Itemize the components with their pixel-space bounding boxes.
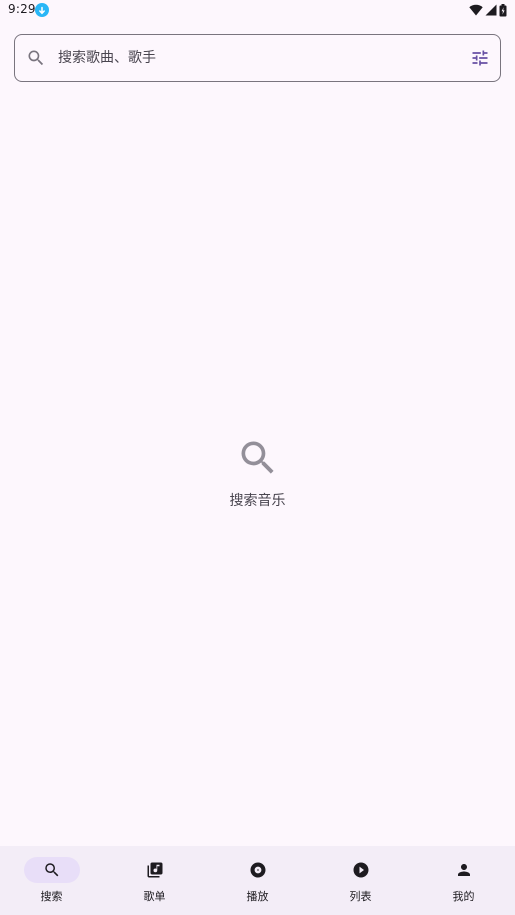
status-icons [469,3,507,17]
battery-icon [499,3,507,16]
nav-item-profile[interactable]: 我的 [412,846,515,915]
bottom-navigation: 搜索 歌单 播放 列表 我的 [0,846,515,915]
nav-active-indicator [23,857,80,883]
nav-item-player[interactable]: 播放 [206,846,309,915]
nav-item-playlists[interactable]: 歌单 [103,846,206,915]
search-input[interactable] [58,43,458,73]
library-music-icon [147,862,162,878]
status-bar: 9:29 [0,0,515,22]
nav-label-profile: 我的 [452,890,475,903]
nav-item-queue[interactable]: 列表 [309,846,412,915]
app-screen: 9:29 搜索歌曲、歌手 搜索音乐 搜索 歌单 播放 列表 我的 [0,0,515,915]
wifi-icon [469,4,483,16]
cellular-signal-icon [485,4,497,16]
search-icon [28,50,44,66]
nav-label-playlists: 歌单 [143,890,166,903]
nav-label-player: 播放 [246,890,269,903]
empty-state: 搜索音乐 [0,436,515,510]
download-notification-icon [35,3,49,17]
search-icon [44,863,58,877]
tune-filter-icon[interactable] [470,48,490,68]
search-large-icon [241,441,274,474]
album-icon [250,862,265,878]
nav-label-queue: 列表 [349,890,372,903]
empty-state-text: 搜索音乐 [229,493,286,509]
status-time: 9:29 [8,2,36,16]
search-bar[interactable] [14,34,501,82]
person-icon [457,864,470,876]
nav-item-search[interactable]: 搜索 [0,846,103,915]
nav-label-search: 搜索 [40,890,63,903]
play-circle-icon [353,862,368,878]
